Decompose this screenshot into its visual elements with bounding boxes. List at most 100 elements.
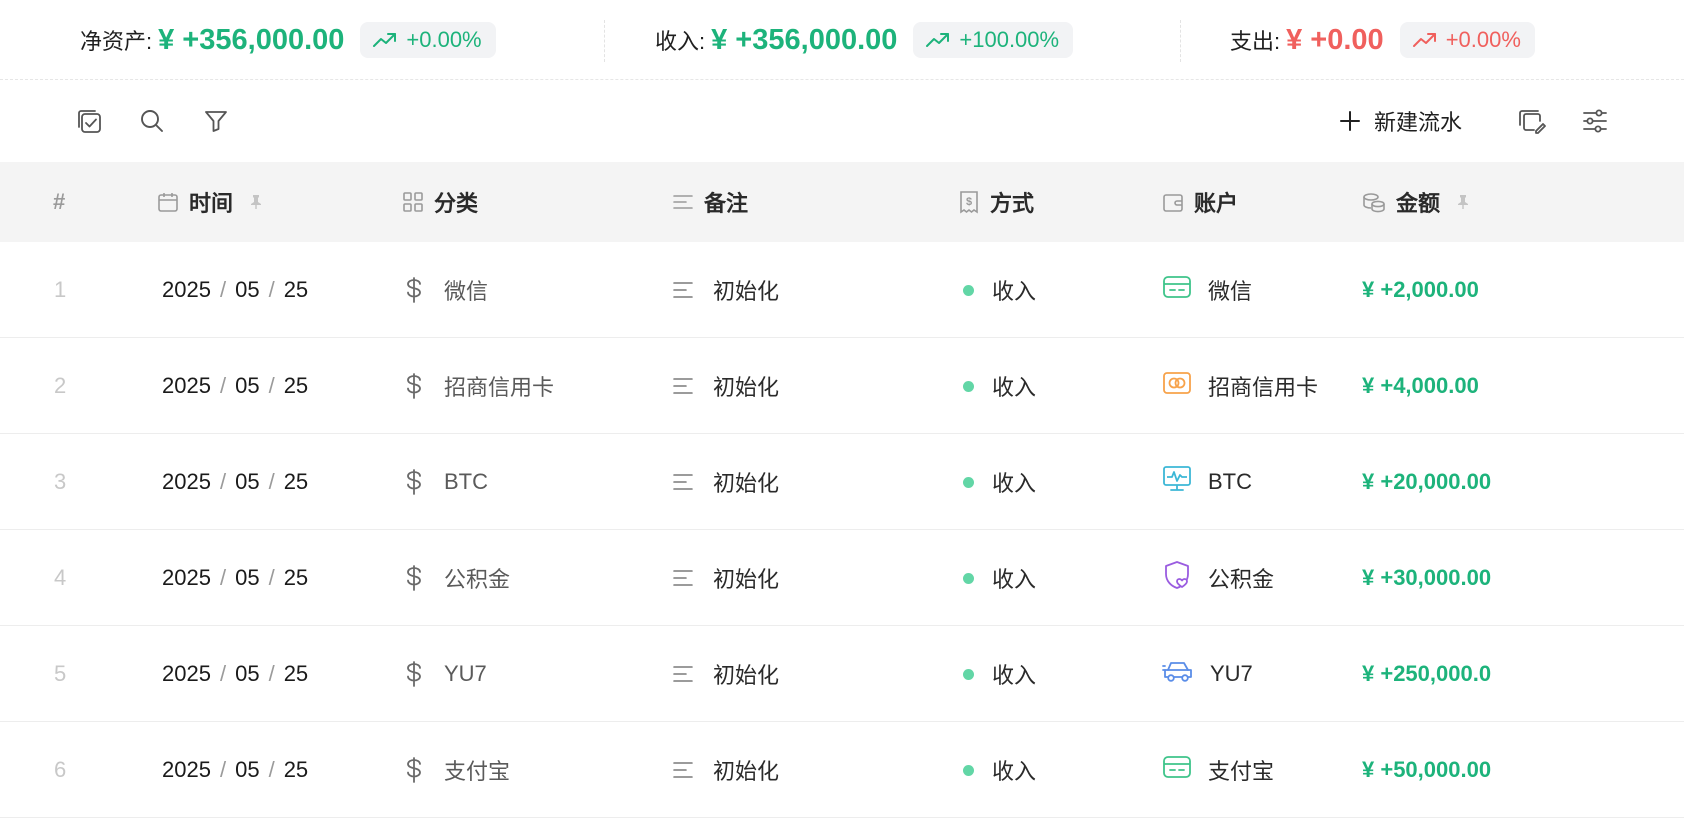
text-lines-icon [673, 474, 693, 490]
category-cell[interactable]: 招商信用卡 [404, 338, 554, 434]
expense-label: 支出: [1230, 29, 1281, 54]
dollar-icon [407, 373, 421, 399]
income-value: ¥ +356,000.00 [711, 23, 898, 56]
account-cell[interactable]: 支付宝 [1162, 722, 1274, 818]
income-change: +100.00% [959, 27, 1060, 52]
note-cell[interactable]: 初始化 [673, 242, 779, 338]
method-cell[interactable]: 收入 [963, 242, 1036, 338]
dollar-icon [407, 469, 421, 495]
date-day: 25 [283, 277, 309, 302]
note-cell[interactable]: 初始化 [673, 434, 779, 530]
date-separator: / [219, 373, 227, 398]
table-body: 1 2025/05/25 微信 初始化 收入 微信 ¥ +2,000.00 2 … [0, 242, 1684, 818]
date-cell[interactable]: 2025 / 05 / 25 [162, 338, 308, 434]
table-row[interactable]: 6 2025 / 05 / 25 支付宝 初始化 收入 支付宝 ¥ +50,000.00 [0, 722, 1684, 818]
income-change-badge: +100.00% [913, 22, 1074, 58]
date-separator: / [268, 757, 275, 782]
method-cell[interactable]: 收入 [963, 530, 1036, 626]
method-cell[interactable]: 收入 [963, 626, 1036, 722]
account-cell[interactable]: 公积金 [1162, 530, 1274, 626]
display-settings-button[interactable] [1578, 104, 1612, 138]
divider [1180, 20, 1181, 62]
column-amount[interactable]: 金额 [1362, 162, 1470, 242]
amount-cell[interactable]: ¥ +30,000.00 [1362, 530, 1491, 626]
table-row[interactable]: 5 2025 / 05 / 25 YU7 初始化 收入 YU7 ¥ +250,000.0 [0, 626, 1684, 722]
dollar-icon [407, 661, 421, 687]
column-method[interactable]: $ 方式 [958, 162, 1034, 242]
category-cell[interactable]: 公积金 [404, 530, 510, 626]
amount-cell[interactable]: ¥ +2,000.00 [1362, 242, 1479, 338]
category-cell[interactable]: 支付宝 [404, 722, 510, 818]
date-day: 25 [283, 469, 309, 494]
category-cell[interactable]: BTC [404, 434, 488, 530]
account-cell[interactable]: 微信 [1162, 242, 1252, 338]
column-note[interactable]: 备注 [672, 162, 748, 242]
table-row[interactable]: 4 2025 / 05 / 25 公积金 初始化 收入 公积金 ¥ +30,000.00 [0, 530, 1684, 626]
account-label: YU7 [1210, 661, 1253, 686]
text-lines-icon [673, 570, 693, 586]
date-month: 05 [235, 661, 260, 686]
amount-cell[interactable]: ¥ +20,000.00 [1362, 434, 1491, 530]
amount-cell[interactable]: ¥ +50,000.00 [1362, 722, 1491, 818]
date-year: 2025 [162, 469, 211, 494]
dollar-icon [407, 277, 421, 303]
amount-cell[interactable]: ¥ +250,000.0 [1362, 626, 1491, 722]
note-cell[interactable]: 初始化 [673, 338, 779, 434]
column-account[interactable]: 账户 [1162, 162, 1238, 242]
column-index: # [53, 162, 65, 242]
copy-edit-icon [1519, 110, 1546, 134]
column-time[interactable]: 时间 [157, 162, 263, 242]
summary-bar: 净资产: ¥ +356,000.00 +0.00% 收入: ¥ +356,000… [0, 0, 1684, 80]
date-month: 05 [235, 469, 260, 494]
income-dot [963, 380, 974, 392]
batch-select-icon [78, 110, 101, 133]
expense-value: ¥ +0.00 [1286, 23, 1384, 56]
row-index: 4 [54, 565, 67, 590]
category-label: 微信 [444, 279, 489, 304]
account-cell[interactable]: 招商信用卡 [1162, 338, 1318, 434]
net-assets-stat: 净资产: ¥ +356,000.00 +0.00% [80, 20, 496, 60]
account-label: 微信 [1208, 279, 1253, 304]
dollar-icon [407, 757, 421, 783]
date-cell[interactable]: 2025 / 05 / 25 [162, 722, 308, 818]
category-label: BTC [444, 469, 488, 494]
filter-button[interactable] [199, 104, 233, 138]
date-cell[interactable]: 2025 / 05 / 25 [162, 242, 308, 338]
date-separator: / [268, 277, 275, 302]
note-cell[interactable]: 初始化 [673, 722, 779, 818]
income-dot [963, 284, 974, 296]
date-day: 25 [283, 661, 309, 686]
category-cell[interactable]: 微信 [404, 242, 488, 338]
account-cell[interactable]: BTC [1162, 434, 1252, 530]
search-button[interactable] [135, 104, 169, 138]
copy-edit-button[interactable] [1514, 104, 1548, 138]
wallet-card-icon [1162, 274, 1192, 306]
method-cell[interactable]: 收入 [963, 338, 1036, 434]
row-index: 5 [54, 661, 67, 686]
category-cell[interactable]: YU7 [404, 626, 487, 722]
date-month: 05 [235, 277, 260, 302]
column-category[interactable]: 分类 [402, 162, 478, 242]
note-cell[interactable]: 初始化 [673, 626, 779, 722]
toolbar: 新建流水 [0, 80, 1684, 162]
table-row[interactable]: 3 2025 / 05 / 25 BTC 初始化 收入 BTC ¥ +20,000.00 [0, 434, 1684, 530]
new-transaction-button[interactable]: 新建流水 [1338, 104, 1462, 138]
transactions-table: # 时间 分类 备注 $ 方式 账户 金额 1 2025 / 05 / 25 微… [0, 162, 1684, 818]
pin-icon[interactable] [249, 194, 263, 210]
method-cell[interactable]: 收入 [963, 434, 1036, 530]
table-row[interactable]: 2 2025 / 05 / 25 招商信用卡 初始化 收入 招商信用卡 ¥ +4,000… [0, 338, 1684, 434]
date-cell[interactable]: 2025 / 05 / 25 [162, 434, 308, 530]
note-cell[interactable]: 初始化 [673, 530, 779, 626]
account-cell[interactable]: YU7 [1162, 626, 1253, 722]
text-lines-icon [673, 282, 693, 298]
batch-select-button[interactable] [72, 104, 106, 138]
column-category-label: 分类 [434, 191, 479, 216]
date-cell[interactable]: 2025 / 05 / 25 [162, 626, 308, 722]
amount-cell[interactable]: ¥ +4,000.00 [1362, 338, 1479, 434]
column-amount-label: 金额 [1396, 191, 1441, 216]
table-row[interactable]: 1 2025 / 05 / 25 微信 初始化 收入 微信 ¥ +2,000.00 [0, 242, 1684, 338]
pin-icon[interactable] [1456, 194, 1470, 210]
method-cell[interactable]: 收入 [963, 722, 1036, 818]
date-cell[interactable]: 2025 / 05 / 25 [162, 530, 308, 626]
date-separator: / [268, 373, 275, 398]
